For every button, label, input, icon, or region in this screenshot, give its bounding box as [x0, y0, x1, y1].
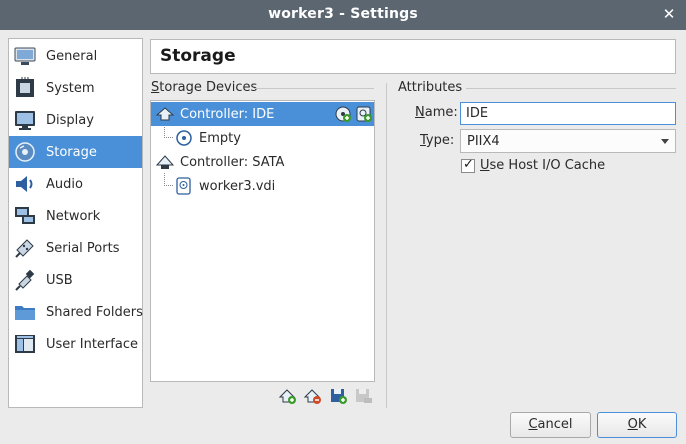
tree-node-empty[interactable]: Empty — [175, 126, 241, 150]
sidebar-item-label: User Interface — [46, 336, 138, 352]
tree-node-controller-sata[interactable]: Controller: SATA — [155, 150, 284, 174]
remove-controller-button[interactable] — [303, 387, 322, 405]
type-select-value: PIIX4 — [467, 134, 500, 149]
add-attachment-icon — [331, 389, 347, 404]
sidebar-item-shared-folders[interactable]: Shared Folders — [9, 296, 143, 328]
sidebar-item-label: Serial Ports — [46, 240, 120, 256]
display-icon — [13, 108, 37, 132]
name-label: Name: — [415, 105, 458, 120]
add-controller-icon — [278, 389, 296, 404]
audio-icon — [13, 172, 37, 196]
tree-line — [164, 137, 173, 138]
tree-node-controller-ide[interactable]: Controller: IDE — [151, 102, 374, 126]
add-attachment-button[interactable] — [330, 387, 348, 405]
type-label: Type: — [420, 133, 455, 148]
sidebar-item-storage[interactable]: Storage — [9, 136, 142, 168]
user-interface-icon — [13, 332, 37, 356]
storage-devices-label: Storage Devices — [151, 80, 258, 95]
sidebar-item-label: USB — [46, 272, 73, 288]
tree-line — [164, 185, 173, 186]
vertical-separator — [386, 83, 387, 408]
storage-tree[interactable]: Controller: IDE Empty Controller: SATA w… — [150, 100, 375, 382]
sidebar-item-label: Audio — [46, 176, 83, 192]
group-divider — [466, 88, 676, 89]
use-host-io-cache-checkbox[interactable]: ✓ — [461, 157, 475, 173]
sidebar-item-label: Display — [46, 112, 94, 128]
remove-attachment-icon — [356, 389, 372, 403]
sidebar-item-label: Storage — [46, 144, 97, 160]
general-icon — [13, 44, 37, 68]
name-field[interactable] — [460, 102, 676, 125]
sidebar-item-audio[interactable]: Audio — [9, 168, 142, 200]
sidebar-item-network[interactable]: Network — [9, 200, 142, 232]
network-icon — [13, 204, 37, 228]
type-select[interactable]: PIIX4 — [460, 129, 676, 153]
attributes-label: Attributes — [398, 80, 463, 95]
checkmark-icon: ✓ — [463, 157, 474, 172]
add-hard-disk-icon[interactable] — [355, 105, 373, 123]
sidebar-item-label: Network — [46, 208, 101, 224]
system-icon — [13, 76, 37, 100]
page-header: Storage — [150, 39, 676, 74]
page-title: Storage — [160, 46, 236, 66]
tree-node-worker3-vdi[interactable]: worker3.vdi — [175, 174, 275, 198]
use-host-io-cache-label[interactable]: Use Host I/O Cache — [480, 158, 605, 173]
optical-disc-icon — [175, 129, 193, 147]
sidebar-item-user-interface[interactable]: User Interface — [9, 328, 142, 360]
shared-folders-icon — [13, 300, 37, 324]
ok-button[interactable]: OK — [597, 412, 677, 438]
storage-icon — [13, 140, 37, 164]
controller-icon — [155, 105, 175, 123]
serial-ports-icon — [13, 236, 37, 260]
add-optical-drive-icon[interactable] — [334, 105, 352, 123]
sidebar-item-general[interactable]: General — [9, 40, 142, 72]
settings-sidebar: General System Display Storage Audio Net… — [8, 38, 143, 408]
close-icon[interactable]: ✕ — [661, 5, 677, 23]
window-title: worker3 - Settings — [268, 6, 418, 22]
cancel-button[interactable]: Cancel — [510, 412, 591, 438]
remove-controller-icon — [303, 389, 321, 404]
usb-icon — [13, 268, 37, 292]
controller-icon — [155, 153, 175, 171]
sidebar-item-label: System — [46, 80, 95, 96]
group-divider — [254, 88, 374, 89]
sidebar-item-label: Shared Folders — [46, 304, 143, 320]
sidebar-item-display[interactable]: Display — [9, 104, 142, 136]
title-bar: worker3 - Settings ✕ — [0, 0, 686, 30]
sidebar-item-label: General — [46, 48, 98, 64]
add-controller-button[interactable] — [278, 387, 297, 405]
sidebar-item-system[interactable]: System — [9, 72, 142, 104]
remove-attachment-button[interactable] — [355, 387, 373, 405]
chevron-down-icon — [661, 139, 669, 144]
sidebar-item-usb[interactable]: USB — [9, 264, 142, 296]
hard-disk-icon — [175, 177, 193, 195]
sidebar-item-serial-ports[interactable]: Serial Ports — [9, 232, 142, 264]
